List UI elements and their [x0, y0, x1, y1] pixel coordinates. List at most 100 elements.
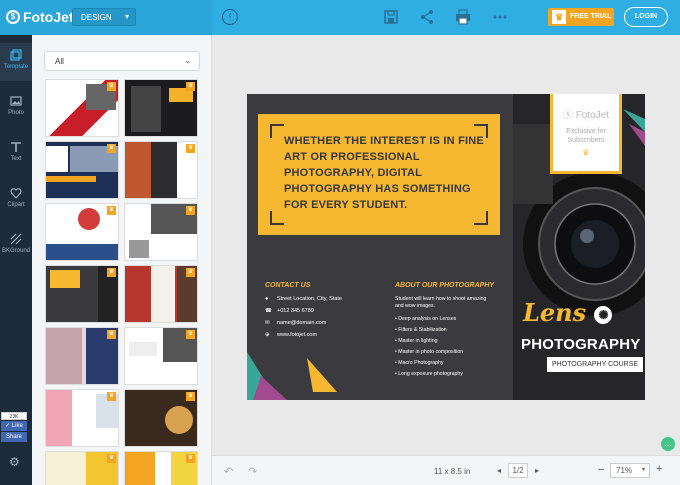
bottom-bar: ↶ ↷ 11 x 8.5 in ◂ 1/2 ▸ − 71% ▾ + — [212, 455, 680, 485]
zoom-select[interactable]: 71% ▾ — [610, 463, 650, 478]
crown-icon: ♛ — [186, 330, 195, 339]
zoom-in-icon[interactable]: + — [656, 463, 662, 475]
zoom-out-icon[interactable]: − — [598, 464, 604, 476]
contact-item[interactable]: ☎ +012 345 6789 — [265, 308, 314, 314]
page-indicator[interactable]: 1/2 — [508, 463, 528, 478]
template-filter-dropdown[interactable]: All ⌄ — [44, 51, 200, 71]
template-thumbnail[interactable]: ♛ — [45, 79, 119, 137]
about-list-item[interactable]: • Master in lighting — [395, 338, 437, 345]
contact-text: name@domain.com — [277, 320, 327, 326]
about-list-item[interactable]: • Long exposure photography — [395, 371, 463, 378]
headline-box[interactable]: WHETHER THE INTEREST IS IN FINE ART OR P… — [258, 114, 500, 235]
design-dropdown[interactable]: DESIGN ▾ — [72, 8, 136, 26]
template-thumbnail[interactable]: ♛ — [124, 265, 198, 323]
caret-down-icon: ▾ — [124, 12, 129, 21]
course-label[interactable]: PHOTOGRAPHY COURSE — [547, 357, 643, 372]
more-icon[interactable] — [492, 9, 508, 25]
contact-item[interactable]: ⊕ www.fotojet.com — [265, 332, 317, 338]
sidebar-item-template[interactable]: Template — [0, 43, 32, 81]
decorative-triangles — [247, 352, 337, 400]
crown-icon: ♛ — [186, 144, 195, 153]
template-thumbnail[interactable]: ♛ — [45, 451, 119, 485]
sidebar-item-photo[interactable]: Photo — [0, 89, 32, 127]
app-name: FotoJet — [23, 9, 74, 25]
about-title[interactable]: ABOUT OUR PHOTOGRAPHY — [395, 282, 494, 289]
contact-title[interactable]: CONTACT US — [265, 282, 310, 289]
crown-icon: ♛ — [107, 206, 116, 215]
crown-icon: ♛ — [186, 392, 195, 401]
subscriber-ribbon[interactable]: ⓢ FotoJet Exclusive for Subscribers ♛ — [550, 94, 622, 174]
camera-photo-panel[interactable]: ⓢ FotoJet Exclusive for Subscribers ♛ Le… — [513, 94, 645, 400]
page-size: 11 x 8.5 in — [434, 467, 471, 476]
fb-like-button[interactable]: ✓ Like — [1, 421, 27, 431]
next-page-icon[interactable]: ▸ — [535, 466, 539, 475]
crown-icon: ♛ — [107, 454, 116, 463]
crown-icon: ♛ — [552, 10, 566, 24]
template-thumbnail[interactable]: ♛ — [45, 327, 119, 385]
sidebar-item-text[interactable]: Text — [0, 135, 32, 173]
zoom-value: 71% — [616, 466, 633, 475]
undo-icon[interactable]: ↶ — [224, 465, 233, 478]
crown-icon: ♛ — [186, 268, 195, 277]
prev-page-icon[interactable]: ◂ — [497, 466, 501, 475]
photo-icon — [10, 96, 22, 106]
chat-icon[interactable]: … — [661, 437, 675, 451]
caret-down-icon: ▾ — [641, 467, 645, 473]
chevron-down-icon: ⌄ — [184, 56, 191, 65]
template-thumbnail[interactable]: ♛ — [124, 79, 198, 137]
template-thumbnail[interactable]: ♛ — [45, 203, 119, 261]
toolbar-left: $ FotoJet DESIGN ▾ — [0, 0, 212, 35]
brochure-design[interactable]: WHETHER THE INTEREST IS IN FINE ART OR P… — [247, 94, 645, 400]
text-icon — [11, 142, 21, 152]
template-thumbnail[interactable]: ♛ — [45, 141, 119, 199]
aperture-icon: ✺ — [594, 305, 613, 324]
save-icon[interactable] — [383, 9, 399, 25]
sidebar-item-label: Text — [10, 156, 22, 162]
about-list-item[interactable]: • Master in photo composition — [395, 349, 463, 356]
fotojet-logo-icon: $ — [6, 10, 20, 24]
crown-icon: ♛ — [107, 144, 116, 153]
headline-text[interactable]: WHETHER THE INTEREST IS IN FINE ART OR P… — [284, 133, 484, 213]
ribbon-text: Exclusive for Subscribers — [566, 128, 606, 144]
about-list-item[interactable]: • Macro Photography — [395, 360, 444, 367]
back-button[interactable]: ‹ — [222, 9, 238, 25]
sidebar-item-label: Template — [3, 64, 29, 70]
contact-item[interactable]: ● Street Location, City, State — [265, 296, 342, 302]
template-thumbnail[interactable]: ♛ — [124, 451, 198, 485]
login-button[interactable]: LOGIN — [624, 7, 668, 27]
share-icon[interactable] — [419, 9, 435, 25]
photography-title[interactable]: PHOTOGRAPHY — [521, 336, 640, 353]
template-thumbnail[interactable]: ♛ — [45, 265, 119, 323]
free-trial-button[interactable]: ♛ FREE TRIAL — [548, 8, 614, 26]
template-thumbnail[interactable]: ♛ — [45, 389, 119, 447]
fb-like-label: Like — [11, 423, 23, 429]
about-list-item[interactable]: • Deep analysis on Lenses — [395, 316, 456, 323]
lens-title[interactable]: Lens ✺ — [523, 298, 613, 327]
crown-icon: ♛ — [186, 206, 195, 215]
background-icon — [10, 233, 22, 245]
contact-item[interactable]: ✉ name@domain.com — [265, 320, 326, 326]
web-icon: ⊕ — [265, 332, 270, 338]
sidebar-item-label: Clipart — [7, 202, 25, 208]
facebook-widget: 23K ✓ Like Share — [1, 412, 27, 442]
sidebar-item-bkground[interactable]: BKGround — [0, 227, 32, 265]
about-intro[interactable]: Student will learn how to shoot amazing … — [395, 296, 495, 310]
design-dropdown-label: DESIGN — [81, 13, 112, 22]
sidebar-item-clipart[interactable]: Clipart — [0, 181, 32, 219]
template-thumbnail[interactable]: ♛ — [124, 203, 198, 261]
app-logo[interactable]: $ FotoJet — [6, 9, 74, 25]
template-thumbnail[interactable]: ♛ — [124, 389, 198, 447]
redo-icon[interactable]: ↷ — [248, 465, 257, 478]
location-icon: ● — [265, 296, 269, 302]
print-icon[interactable] — [455, 9, 471, 25]
gear-icon[interactable]: ⚙ — [9, 455, 20, 469]
contact-text: +012 345 6789 — [277, 308, 314, 314]
template-thumbnail[interactable]: ♛ — [124, 327, 198, 385]
template-panel: All ⌄ ♛ ♛ ♛ ♛ ♛ ♛ ♛ ♛ ♛ ♛ ♛ ♛ ♛ ♛ — [32, 35, 212, 485]
about-list-item[interactable]: • Filters & Stabilization — [395, 327, 447, 334]
sidebar-item-label: BKGround — [1, 248, 31, 254]
fb-share-button[interactable]: Share — [1, 432, 27, 442]
template-thumbnail[interactable]: ♛ — [124, 141, 198, 199]
ribbon-logo: ⓢ FotoJet — [562, 110, 610, 121]
phone-icon: ☎ — [265, 308, 272, 314]
